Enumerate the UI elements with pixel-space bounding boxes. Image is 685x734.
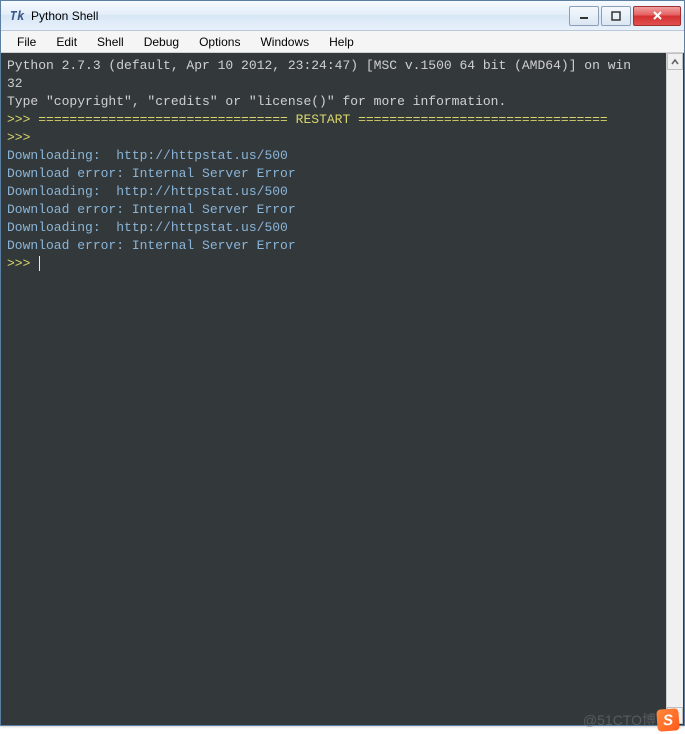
scroll-down-button[interactable] <box>667 707 683 724</box>
banner-line: Python 2.7.3 (default, Apr 10 2012, 23:2… <box>7 58 631 73</box>
prompt: >>> <box>7 130 30 145</box>
output-line: Downloading: http://httpstat.us/500 <box>7 220 288 235</box>
output-line: Downloading: http://httpstat.us/500 <box>7 148 288 163</box>
prompt: >>> <box>7 112 30 127</box>
chevron-up-icon <box>671 58 679 66</box>
window-controls <box>567 6 681 26</box>
close-icon <box>652 10 663 21</box>
menu-shell[interactable]: Shell <box>87 33 134 51</box>
cursor <box>39 256 40 271</box>
menu-edit[interactable]: Edit <box>46 33 87 51</box>
output-line: Download error: Internal Server Error <box>7 238 296 253</box>
banner-line: 32 <box>7 76 23 91</box>
menu-debug[interactable]: Debug <box>134 33 189 51</box>
minimize-button[interactable] <box>569 6 599 26</box>
maximize-icon <box>611 11 621 21</box>
banner-line: Type "copyright", "credits" or "license(… <box>7 94 506 109</box>
scroll-up-button[interactable] <box>667 53 683 70</box>
menu-help[interactable]: Help <box>319 33 364 51</box>
menu-options[interactable]: Options <box>189 33 250 51</box>
maximize-button[interactable] <box>601 6 631 26</box>
terminal-output[interactable]: Python 2.7.3 (default, Apr 10 2012, 23:2… <box>1 53 684 725</box>
chevron-down-icon <box>671 712 679 720</box>
restart-banner: ================================ RESTART… <box>38 112 608 127</box>
titlebar[interactable]: Tk Python Shell <box>1 1 684 31</box>
vertical-scrollbar[interactable] <box>666 53 683 724</box>
app-window: Tk Python Shell File Edit Shell Debug Op… <box>0 0 685 726</box>
menu-file[interactable]: File <box>7 33 46 51</box>
scroll-track[interactable] <box>667 70 683 707</box>
output-line: Download error: Internal Server Error <box>7 166 296 181</box>
minimize-icon <box>579 11 589 21</box>
menu-windows[interactable]: Windows <box>250 33 319 51</box>
prompt: >>> <box>7 256 30 271</box>
close-button[interactable] <box>633 6 681 26</box>
menubar: File Edit Shell Debug Options Windows He… <box>1 31 684 53</box>
output-line: Downloading: http://httpstat.us/500 <box>7 184 288 199</box>
app-icon: Tk <box>9 8 25 24</box>
window-title: Python Shell <box>31 9 98 23</box>
output-line: Download error: Internal Server Error <box>7 202 296 217</box>
